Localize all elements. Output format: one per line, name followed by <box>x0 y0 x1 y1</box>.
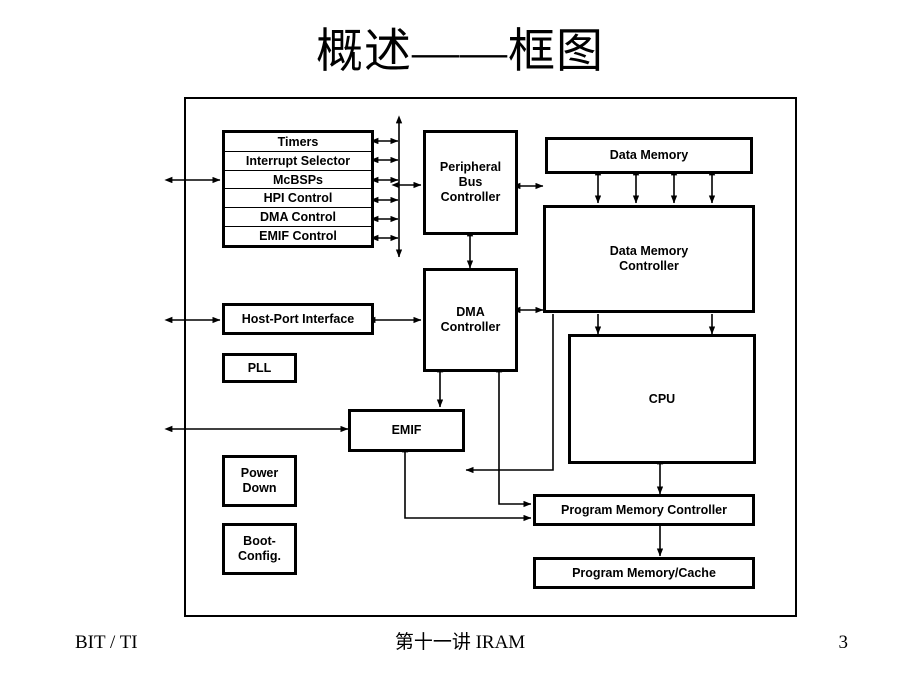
block-dma-controller[interactable]: DMA Controller <box>423 268 518 372</box>
block-cpu[interactable]: CPU <box>568 334 756 464</box>
block-peripheral-bus-controller[interactable]: Peripheral Bus Controller <box>423 130 518 235</box>
block-power-down[interactable]: Power Down <box>222 455 297 507</box>
block-pll[interactable]: PLL <box>222 353 297 383</box>
footer-center-text: 第十一讲 IRAM <box>394 632 526 653</box>
block-host-port-interface[interactable]: Host-Port Interface <box>222 303 374 335</box>
block-interrupt-selector[interactable]: Interrupt Selector <box>225 152 371 171</box>
block-program-memory-cache[interactable]: Program Memory/Cache <box>533 557 755 589</box>
footer-page-number: 3 <box>838 632 849 653</box>
block-emif-control[interactable]: EMIF Control <box>225 227 371 245</box>
block-data-memory-controller[interactable]: Data Memory Controller <box>543 205 755 313</box>
block-diagram: Timers Interrupt Selector McBSPs HPI Con… <box>0 0 920 690</box>
block-timers[interactable]: Timers <box>225 133 371 152</box>
block-hpi-control[interactable]: HPI Control <box>225 189 371 209</box>
block-data-memory[interactable]: Data Memory <box>545 137 753 174</box>
slide-footer: BIT / TI 第十一讲 IRAM 3 <box>0 630 920 660</box>
block-boot-config[interactable]: Boot- Config. <box>222 523 297 575</box>
block-emif[interactable]: EMIF <box>348 409 465 452</box>
peripheral-stack: Timers Interrupt Selector McBSPs HPI Con… <box>222 130 374 248</box>
block-program-memory-controller[interactable]: Program Memory Controller <box>533 494 755 526</box>
block-mcbsps[interactable]: McBSPs <box>225 171 371 190</box>
block-dma-control[interactable]: DMA Control <box>225 208 371 228</box>
